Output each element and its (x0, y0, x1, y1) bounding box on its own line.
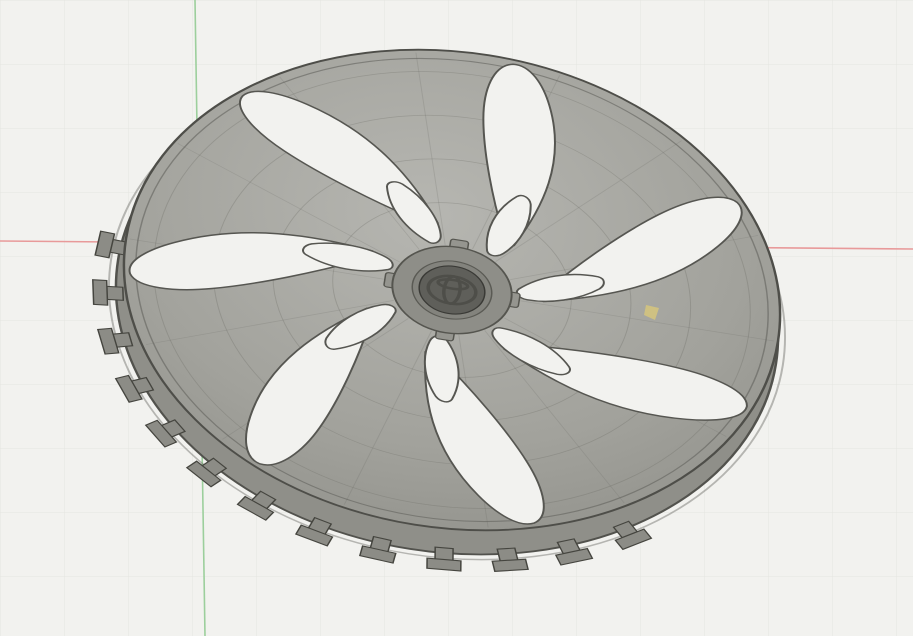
cad-viewport[interactable] (0, 0, 913, 636)
